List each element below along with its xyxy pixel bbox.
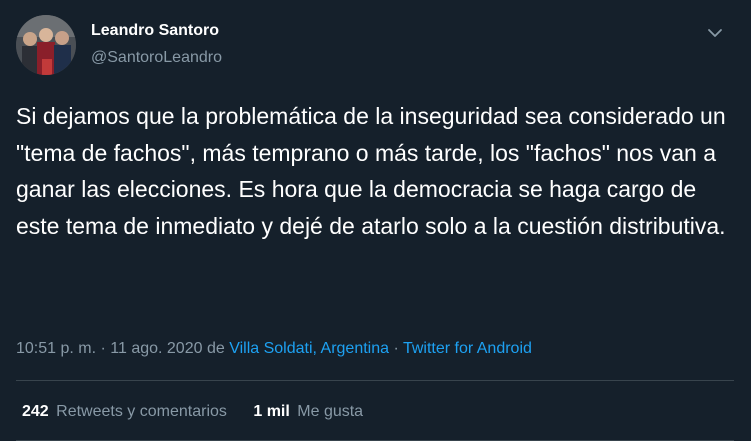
divider xyxy=(16,380,734,381)
author-display-name[interactable]: Leandro Santoro xyxy=(91,22,219,40)
tweet-timestamp[interactable]: 10:51 p. m. · 11 ago. 2020 xyxy=(16,340,203,357)
tweet-location-link[interactable]: Villa Soldati, Argentina xyxy=(229,340,389,357)
meta-separator: · xyxy=(393,340,399,357)
tweet-card: Leandro Santoro @SantoroLeandro Si dejam… xyxy=(0,0,751,441)
retweets-label: Retweets y comentarios xyxy=(56,403,227,420)
from-word: de xyxy=(206,340,225,357)
chevron-down-icon xyxy=(708,29,722,37)
retweets-stat[interactable]: 242 Retweets y comentarios xyxy=(22,403,227,421)
avatar-photo-icon xyxy=(16,15,76,75)
tweet-menu-button[interactable] xyxy=(704,22,726,44)
likes-label: Me gusta xyxy=(297,403,364,420)
author-handle[interactable]: @SantoroLeandro xyxy=(91,49,222,67)
likes-count: 1 mil xyxy=(253,403,290,420)
author-avatar[interactable] xyxy=(16,15,76,75)
likes-stat[interactable]: 1 mil Me gusta xyxy=(253,403,363,421)
tweet-text: Si dejamos que la problemática de la ins… xyxy=(16,103,726,239)
retweets-count: 242 xyxy=(22,403,49,420)
tweet-stats: 242 Retweets y comentarios 1 mil Me gust… xyxy=(22,403,385,421)
tweet-meta: 10:51 p. m. · 11 ago. 2020 de Villa Sold… xyxy=(16,340,532,358)
tweet-source-link[interactable]: Twitter for Android xyxy=(403,340,532,357)
